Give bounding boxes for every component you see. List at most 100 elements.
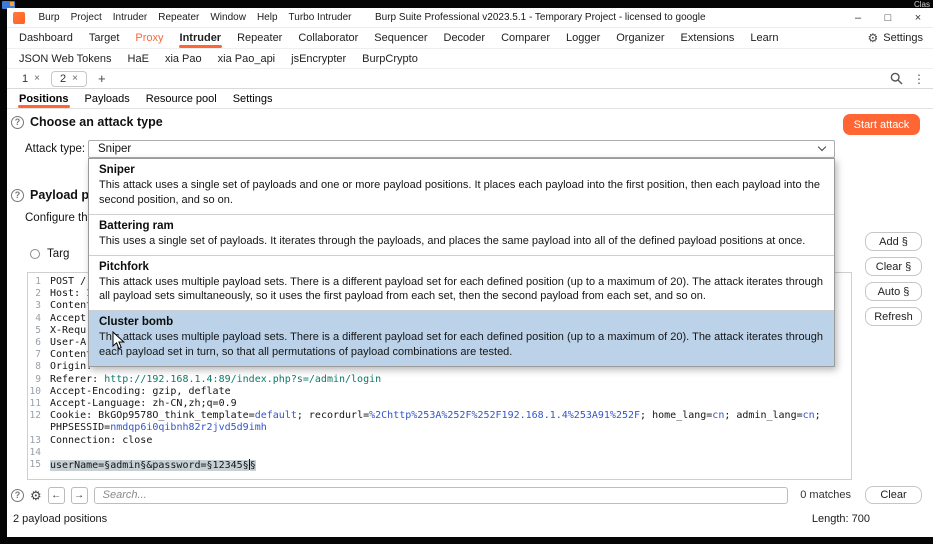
tab-dashboard[interactable]: Dashboard: [11, 28, 81, 48]
menu-window[interactable]: Window: [205, 12, 252, 23]
help-icon[interactable]: ?: [11, 188, 24, 202]
menu-repeater[interactable]: Repeater: [153, 12, 205, 23]
search-icon[interactable]: [890, 72, 903, 85]
payload-positions-description: Configure th: [25, 212, 88, 224]
tab-json-web-tokens[interactable]: JSON Web Tokens: [11, 49, 120, 68]
attack-type-select[interactable]: Sniper: [88, 140, 835, 158]
help-icon[interactable]: ?: [11, 115, 24, 129]
tab-xia-pao[interactable]: xia Pao: [157, 49, 210, 68]
tab-learn[interactable]: Learn: [742, 28, 786, 48]
tab-jsencrypter[interactable]: jsEncrypter: [283, 49, 354, 68]
more-options-icon[interactable]: ⋮: [913, 72, 925, 86]
burp-window: Burp Project Intruder Repeater Window He…: [7, 8, 933, 537]
tab-decoder[interactable]: Decoder: [436, 28, 494, 48]
line-segment-value: cn: [802, 410, 815, 422]
line-number: 15: [29, 459, 41, 471]
settings-label: Settings: [883, 32, 923, 44]
new-attack-tab-button[interactable]: +: [89, 71, 115, 86]
subtab-payloads[interactable]: Payloads: [77, 89, 138, 108]
menu-burp[interactable]: Burp: [33, 12, 65, 23]
dropdown-option-battering-ram[interactable]: Battering ram This uses a single set of …: [89, 215, 834, 256]
add-position-button[interactable]: Add §: [865, 232, 922, 251]
line-text: [50, 447, 851, 459]
previous-match-button[interactable]: ←: [47, 486, 65, 504]
tab-repeater[interactable]: Repeater: [229, 28, 290, 48]
tab-burpcrypto[interactable]: BurpCrypto: [354, 49, 426, 68]
maximize-button[interactable]: □: [873, 8, 903, 27]
line-text: Referer: http://192.168.1.4:89/index.php…: [50, 374, 851, 386]
attack-tab-bar: 1 × 2 × + ⋮: [7, 69, 933, 89]
line-text: Accept-Language: zh-CN,zh;q=0.9: [50, 398, 851, 410]
option-description: This attack uses multiple payload sets. …: [99, 275, 823, 303]
line-segment-value: nmdqp6i0qibnh82r2jvd5d9imh: [110, 422, 267, 434]
clear-search-button[interactable]: Clear: [865, 486, 922, 504]
tab-proxy[interactable]: Proxy: [127, 28, 171, 48]
tab-extensions[interactable]: Extensions: [673, 28, 743, 48]
line-segment: Connection: close: [50, 434, 153, 446]
line-number: 4: [35, 312, 41, 324]
refresh-button[interactable]: Refresh: [865, 307, 922, 326]
dropdown-option-cluster-bomb[interactable]: Cluster bomb This attack uses multiple p…: [89, 311, 834, 366]
option-description: This uses a single set of payloads. It i…: [99, 234, 806, 247]
line-segment: Accept-Encoding: gzip, deflate: [50, 385, 231, 397]
next-match-button[interactable]: →: [70, 486, 88, 504]
menu-project[interactable]: Project: [65, 12, 107, 23]
subtab-positions[interactable]: Positions: [11, 89, 77, 108]
menu-turbo-intruder[interactable]: Turbo Intruder: [283, 12, 357, 23]
line-number: 5: [35, 324, 41, 336]
request-line: 9 Referer: http://192.168.1.4:89/index.ph…: [28, 374, 851, 386]
dropdown-option-sniper[interactable]: Sniper This attack uses a single set of …: [89, 159, 834, 215]
request-line: 13 Connection: close: [28, 435, 851, 447]
titlebar: Burp Project Intruder Repeater Window He…: [7, 8, 933, 28]
help-icon[interactable]: ?: [11, 488, 24, 502]
subtab-resource-pool[interactable]: Resource pool: [138, 89, 225, 108]
tab-organizer[interactable]: Organizer: [608, 28, 672, 48]
tab-comparer[interactable]: Comparer: [493, 28, 558, 48]
tab-target[interactable]: Target: [81, 28, 128, 48]
target-label: Targ: [47, 248, 70, 260]
tab-xia-pao-api[interactable]: xia Pao_api: [210, 49, 284, 68]
tab-logger[interactable]: Logger: [558, 28, 608, 48]
attack-tab-1[interactable]: 1 ×: [13, 71, 49, 87]
line-segment: Accept-Language: zh-CN,zh;q=0.9: [50, 398, 237, 410]
auto-positions-button[interactable]: Auto §: [865, 282, 922, 301]
chevron-down-icon: [817, 142, 827, 152]
line-segment: X-Requ: [50, 324, 87, 336]
window-title: Burp Suite Professional v2023.5.1 - Temp…: [375, 12, 706, 23]
attack-type-heading: Choose an attack type: [30, 115, 163, 129]
attack-type-label: Attack type:: [25, 143, 86, 155]
close-button[interactable]: ×: [903, 8, 933, 27]
tab-sequencer[interactable]: Sequencer: [366, 28, 435, 48]
line-segment-url: http://192.168.1.4:89/index.php?s=/admin…: [104, 373, 382, 385]
line-number: 3: [35, 300, 41, 312]
clear-positions-button[interactable]: Clear §: [865, 257, 922, 276]
close-tab-icon[interactable]: ×: [34, 73, 40, 84]
minimize-button[interactable]: –: [843, 8, 873, 27]
line-segment: User-A: [50, 337, 87, 349]
line-text: Cookie: BkGOp9578O_think_template=defaul…: [50, 410, 851, 434]
window-controls: – □ ×: [843, 8, 933, 27]
line-segment: ; recordurl=: [296, 410, 370, 422]
menu-intruder[interactable]: Intruder: [107, 12, 152, 23]
tab-intruder[interactable]: Intruder: [172, 28, 230, 48]
close-tab-icon[interactable]: ×: [72, 73, 78, 84]
request-line: 11 Accept-Language: zh-CN,zh;q=0.9: [28, 398, 851, 410]
attack-tab-2[interactable]: 2 ×: [50, 70, 87, 87]
status-bar: 2 payload positions Length: 700: [13, 513, 925, 525]
dropdown-option-pitchfork[interactable]: Pitchfork This attack uses multiple payl…: [89, 256, 834, 312]
menu-help[interactable]: Help: [251, 12, 283, 23]
tab-settings[interactable]: ⚙ Settings: [857, 28, 933, 48]
request-line: 12 Cookie: BkGOp9578O_think_template=defa…: [28, 410, 851, 434]
gear-icon[interactable]: ⚙: [30, 489, 42, 502]
line-segment: Referer:: [50, 373, 105, 385]
tab-hae[interactable]: HaE: [120, 49, 157, 68]
search-input[interactable]: [93, 486, 789, 504]
subtab-settings[interactable]: Settings: [225, 89, 281, 108]
start-attack-button[interactable]: Start attack: [843, 114, 920, 135]
line-segment-value: %2Chttp%253A%252F%252F192.168.1.4%253A91…: [369, 410, 641, 422]
payload-position-marker: §: [249, 459, 256, 471]
line-segment-value: default: [254, 410, 297, 422]
option-name: Battering ram: [99, 219, 174, 232]
mouse-cursor-icon: [112, 331, 126, 350]
tab-collaborator[interactable]: Collaborator: [290, 28, 366, 48]
